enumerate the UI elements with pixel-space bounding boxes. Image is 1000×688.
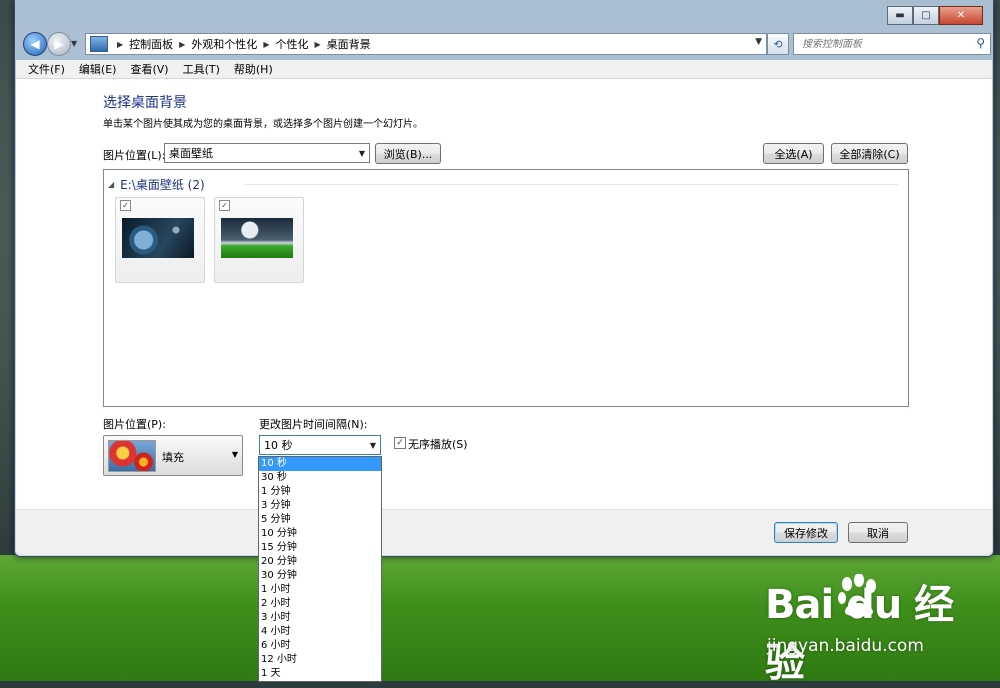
save-changes-button[interactable]: 保存修改	[774, 522, 838, 543]
interval-option[interactable]: 5 分钟	[259, 513, 381, 527]
thumbnail-checkbox[interactable]: ✓	[120, 200, 131, 211]
interval-option[interactable]: 10 秒	[259, 457, 381, 471]
breadcrumb-personalization[interactable]: 个性化	[275, 36, 308, 52]
chevron-down-icon: ▼	[369, 440, 377, 450]
position-preview-image	[108, 440, 156, 472]
main-content: 选择桌面背景 单击某个图片使其成为您的桌面背景，或选择多个图片创建一个幻灯片。 …	[16, 79, 992, 509]
interval-option[interactable]: 15 分钟	[259, 541, 381, 555]
breadcrumb-control-panel[interactable]: 控制面板	[129, 36, 173, 52]
refresh-button[interactable]: ⟲	[767, 33, 789, 55]
recent-pages-dropdown-icon[interactable]: ▼	[71, 39, 77, 48]
address-bar[interactable]: ▶ 控制面板 ▶ 外观和个性化 ▶ 个性化 ▶ 桌面背景 ▼	[85, 33, 767, 55]
footer-bar: 保存修改 取消	[16, 509, 992, 555]
chevron-right-icon[interactable]: ▶	[117, 40, 123, 49]
navigation-bar: ◀ ▶ ▼ ▶ 控制面板 ▶ 外观和个性化 ▶ 个性化 ▶ 桌面背景 ▼ ⟲ ⚲	[21, 32, 991, 58]
interval-label: 更改图片时间间隔(N):	[259, 418, 368, 431]
interval-option[interactable]: 30 秒	[259, 471, 381, 485]
control-panel-window: ▬ □ ✕ ◀ ▶ ▼ ▶ 控制面板 ▶ 外观和个性化 ▶ 个性化 ▶ 桌面背景…	[14, 0, 994, 557]
group-divider	[244, 184, 898, 185]
back-arrow-icon: ◀	[30, 37, 40, 51]
menu-tools[interactable]: 工具(T)	[183, 61, 220, 77]
shuffle-label[interactable]: 无序播放(S)	[408, 436, 468, 452]
search-icon[interactable]: ⚲	[976, 36, 985, 50]
interval-option[interactable]: 2 小时	[259, 597, 381, 611]
minimize-button[interactable]: ▬	[887, 6, 913, 25]
interval-option[interactable]: 6 小时	[259, 639, 381, 653]
interval-option[interactable]: 3 小时	[259, 611, 381, 625]
thumbnail-checkbox[interactable]: ✓	[219, 200, 230, 211]
address-dropdown-icon[interactable]: ▼	[755, 37, 762, 47]
close-button[interactable]: ✕	[939, 6, 983, 25]
cancel-button[interactable]: 取消	[848, 522, 908, 543]
position-label: 图片位置(P):	[103, 418, 166, 431]
refresh-icon: ⟲	[773, 37, 783, 51]
moon-landscape-wallpaper-image	[221, 218, 293, 258]
menu-file[interactable]: 文件(F)	[28, 61, 65, 77]
location-select[interactable]: 桌面壁纸 ▼	[164, 143, 370, 163]
breadcrumb-desktop-background[interactable]: 桌面背景	[327, 36, 371, 52]
interval-option[interactable]: 30 分钟	[259, 569, 381, 583]
location-label: 图片位置(L):	[103, 149, 166, 162]
page-description: 单击某个图片使其成为您的桌面背景，或选择多个图片创建一个幻灯片。	[103, 119, 423, 130]
back-button[interactable]: ◀	[23, 32, 47, 56]
browse-button[interactable]: 浏览(B)...	[375, 143, 441, 164]
group-title: E:\桌面壁纸 (2)	[120, 178, 205, 192]
chevron-right-icon[interactable]: ▶	[263, 40, 269, 49]
watermark-url: jingyan.baidu.com	[767, 636, 924, 656]
chevron-right-icon[interactable]: ▶	[314, 40, 320, 49]
interval-option[interactable]: 1 天	[259, 667, 381, 681]
menu-help[interactable]: 帮助(H)	[234, 61, 273, 77]
control-panel-icon	[90, 36, 108, 52]
interval-option[interactable]: 1 小时	[259, 583, 381, 597]
chevron-down-icon: ▼	[231, 450, 238, 459]
maximize-button[interactable]: □	[913, 6, 939, 25]
shuffle-checkbox[interactable]: ✓	[394, 437, 406, 449]
search-input[interactable]	[800, 37, 974, 51]
menu-bar: 文件(F) 编辑(E) 查看(V) 工具(T) 帮助(H)	[16, 60, 992, 79]
caption-buttons: ▬ □ ✕	[887, 6, 983, 25]
forward-arrow-icon: ▶	[54, 37, 64, 51]
group-header[interactable]: ◢ E:\桌面壁纸 (2)	[108, 176, 205, 193]
interval-select[interactable]: 10 秒 ▼	[259, 435, 381, 455]
clear-all-button[interactable]: 全部清除(C)	[831, 143, 908, 164]
interval-option[interactable]: 3 分钟	[259, 499, 381, 513]
location-value: 桌面壁纸	[169, 147, 213, 160]
interval-option[interactable]: 20 分钟	[259, 555, 381, 569]
interval-dropdown-list: 10 秒 30 秒 1 分钟 3 分钟 5 分钟 10 分钟 15 分钟 20 …	[258, 456, 382, 682]
interval-value: 10 秒	[264, 439, 293, 452]
wallpaper-thumbnail[interactable]: ✓	[115, 197, 205, 283]
menu-view[interactable]: 查看(V)	[130, 61, 168, 77]
select-all-button[interactable]: 全选(A)	[763, 143, 824, 164]
chevron-right-icon[interactable]: ▶	[179, 40, 185, 49]
collapse-arrow-icon[interactable]: ◢	[108, 180, 114, 189]
picture-position-select[interactable]: 填充 ▼	[103, 435, 243, 476]
paw-icon	[838, 574, 876, 617]
breadcrumb-appearance[interactable]: 外观和个性化	[191, 36, 257, 52]
menu-edit[interactable]: 编辑(E)	[79, 61, 117, 77]
search-box[interactable]: ⚲	[793, 33, 991, 55]
wallpaper-thumbnail[interactable]: ✓	[214, 197, 304, 283]
baidu-jingyan-watermark: Bai du 经验 jingyan.baidu.com	[765, 572, 975, 686]
forward-button[interactable]: ▶	[47, 32, 71, 56]
planet-wallpaper-image	[122, 218, 194, 258]
interval-option[interactable]: 4 小时	[259, 625, 381, 639]
chevron-down-icon: ▼	[358, 148, 366, 158]
position-value: 填充	[162, 451, 184, 464]
page-title: 选择桌面背景	[103, 95, 187, 111]
interval-option[interactable]: 10 分钟	[259, 527, 381, 541]
wallpaper-gallery: ◢ E:\桌面壁纸 (2) ✓ ✓	[103, 169, 909, 407]
interval-option[interactable]: 1 分钟	[259, 485, 381, 499]
interval-option[interactable]: 12 小时	[259, 653, 381, 667]
